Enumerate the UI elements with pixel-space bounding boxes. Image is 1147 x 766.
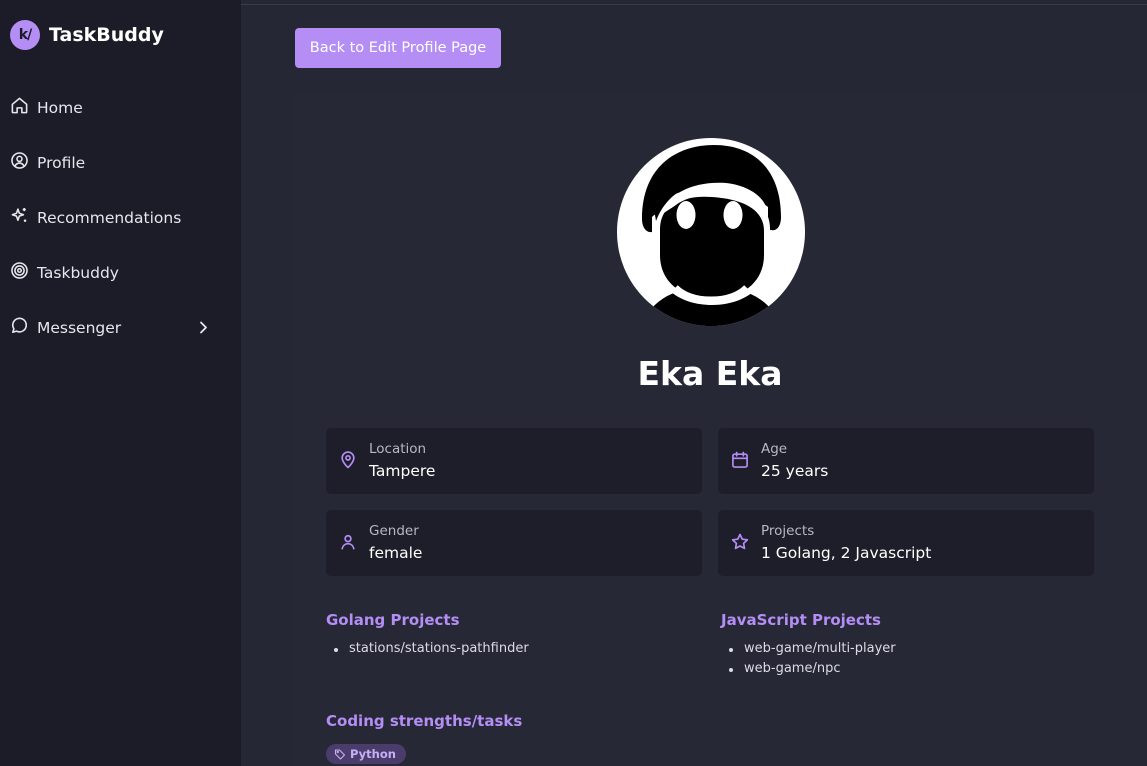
golang-projects-list: stations/stations-pathfinder [326, 639, 529, 659]
brand[interactable]: k/ TaskBuddy [10, 20, 164, 50]
sidebar-item-label: Recommendations [37, 208, 182, 227]
list-item[interactable]: stations/stations-pathfinder [326, 639, 529, 659]
projects-value: 1 Golang, 2 Javascript [761, 544, 932, 562]
gender-label: Gender [369, 523, 419, 539]
sidebar-item-profile[interactable]: Profile [0, 135, 241, 190]
target-icon [10, 261, 37, 284]
home-icon [10, 96, 37, 119]
location-card: Location Tampere [326, 428, 702, 494]
sidebar-nav: Home Profile Recommendations Taskbuddy M… [0, 80, 241, 355]
strength-tag-label: Python [350, 747, 396, 761]
age-card: Age 25 years [718, 428, 1094, 494]
chevron-right-icon[interactable] [195, 318, 211, 337]
profile-name: Eka Eka [637, 354, 783, 393]
location-label: Location [369, 441, 427, 457]
list-item[interactable]: web-game/multi-player [721, 639, 896, 659]
projects-label: Projects [761, 523, 815, 539]
user-circle-icon [10, 151, 37, 174]
javascript-projects-list: web-game/multi-player web-game/npc [721, 639, 896, 679]
tag-icon [334, 749, 346, 760]
sidebar-item-label: Profile [37, 153, 86, 172]
brand-logo: k/ [10, 20, 40, 50]
sidebar-item-label: Home [37, 98, 83, 117]
golang-projects-title: Golang Projects [326, 611, 460, 629]
age-label: Age [761, 441, 788, 457]
strength-tag: Python [326, 744, 406, 764]
sidebar-item-recommendations[interactable]: Recommendations [0, 190, 241, 245]
top-divider [241, 4, 1147, 5]
map-pin-icon [338, 450, 358, 470]
sidebar: k/ TaskBuddy Home Profile Recommendation… [0, 0, 241, 766]
star-icon [730, 532, 750, 552]
projects-card: Projects 1 Golang, 2 Javascript [718, 510, 1094, 576]
sidebar-item-label: Messenger [37, 318, 122, 337]
user-icon [338, 532, 358, 552]
list-item[interactable]: web-game/npc [721, 659, 896, 679]
sidebar-item-label: Taskbuddy [37, 263, 119, 282]
avatar [616, 137, 806, 327]
javascript-projects-title: JavaScript Projects [721, 611, 881, 629]
location-value: Tampere [369, 462, 436, 480]
back-to-edit-profile-button[interactable]: Back to Edit Profile Page [295, 28, 501, 68]
message-circle-icon [10, 316, 37, 339]
sparkles-icon [10, 206, 37, 229]
gender-card: Gender female [326, 510, 702, 576]
calendar-icon [730, 450, 750, 470]
sidebar-item-taskbuddy[interactable]: Taskbuddy [0, 245, 241, 300]
gender-value: female [369, 544, 423, 562]
age-value: 25 years [761, 462, 829, 480]
brand-name: TaskBuddy [49, 24, 164, 46]
sidebar-item-messenger[interactable]: Messenger [0, 300, 241, 355]
coding-strengths-title: Coding strengths/tasks [326, 712, 523, 730]
sidebar-item-home[interactable]: Home [0, 80, 241, 135]
